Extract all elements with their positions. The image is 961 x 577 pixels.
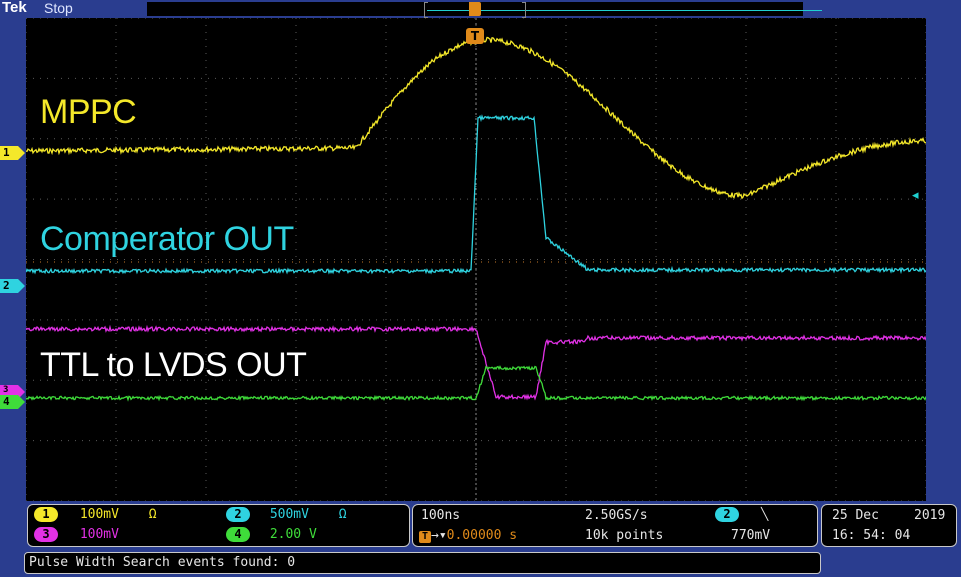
label-mppc: MPPC: [40, 93, 137, 131]
ch3-scale: 100mV: [79, 527, 119, 542]
label-ttl-to-lvds-out: TTL to LVDS OUT: [40, 346, 307, 384]
record-bracket-left: [424, 2, 428, 18]
brand-logo: Tek: [2, 0, 27, 16]
ch1-termination: Ω: [148, 507, 157, 522]
time: 16: 54: 04: [832, 528, 911, 543]
status-message-bar: Pulse Width Search events found: 0: [24, 552, 821, 574]
status-message: Pulse Width Search events found: 0: [29, 555, 296, 570]
trigger-delay-icon: T: [419, 531, 431, 543]
delay-arrow-icon: →▾: [431, 528, 447, 543]
record-bracket-right: [522, 2, 526, 18]
ch2-ground-marker[interactable]: 2: [0, 279, 25, 293]
ch4-scale: 2.00 V: [269, 527, 317, 542]
ch2-readout[interactable]: 2 500mV Ω: [226, 507, 347, 522]
datetime-panel: 25 Dec 2019 16: 54: 04: [821, 504, 957, 547]
sample-rate: 2.50GS/s: [585, 508, 648, 523]
ch1-scale: 100mV: [79, 507, 119, 522]
trigger-level: 770mV: [731, 528, 771, 543]
ch2-termination: Ω: [338, 507, 347, 522]
ch4-readout[interactable]: 4 2.00 V: [226, 527, 317, 542]
readout-area: 1 100mV Ω 2 500mV Ω 3 100mV 4 2.00 V 100…: [0, 501, 961, 577]
waveform-display[interactable]: [26, 18, 926, 501]
channel-readout-panel[interactable]: 1 100mV Ω 2 500mV Ω 3 100mV 4 2.00 V: [27, 504, 410, 547]
ch3-readout[interactable]: 3 100mV: [34, 527, 119, 542]
ch2-badge: 2: [226, 507, 250, 522]
ch2-scale: 500mV: [269, 507, 309, 522]
trigger-delay[interactable]: T →▾0.00000 s: [419, 528, 517, 543]
trigger-top-marker-icon: [469, 2, 481, 16]
trigger-slope-icon: ╲: [761, 507, 769, 521]
ch4-ground-marker[interactable]: 4: [0, 395, 25, 409]
graticule-and-traces: [26, 18, 926, 501]
graticule: [26, 18, 926, 501]
record-window-line: [427, 10, 822, 11]
ch1-ground-marker[interactable]: 1: [0, 146, 25, 160]
ch4-badge: 4: [226, 527, 250, 542]
horizontal-scale[interactable]: 100ns: [421, 508, 460, 523]
timebase-readout-panel[interactable]: 100ns 2.50GS/s 2 ╲ T →▾0.00000 s 10k poin…: [412, 504, 818, 547]
ch3-badge: 3: [34, 527, 58, 542]
run-state[interactable]: Stop: [44, 0, 73, 16]
ch1-badge: 1: [34, 507, 58, 522]
trigger-level-marker-icon[interactable]: ◂: [912, 188, 919, 203]
year: 2019: [914, 508, 946, 523]
label-comparator-out: Comperator OUT: [40, 220, 294, 258]
ch3-ground-marker[interactable]: 3: [0, 385, 25, 399]
record-length: 10k points: [585, 528, 664, 543]
ch1-readout[interactable]: 1 100mV Ω: [34, 507, 157, 522]
date: 25 Dec: [832, 508, 879, 523]
trigger-position-marker-icon[interactable]: T: [466, 28, 484, 44]
trigger-source-badge: 2: [715, 507, 739, 522]
